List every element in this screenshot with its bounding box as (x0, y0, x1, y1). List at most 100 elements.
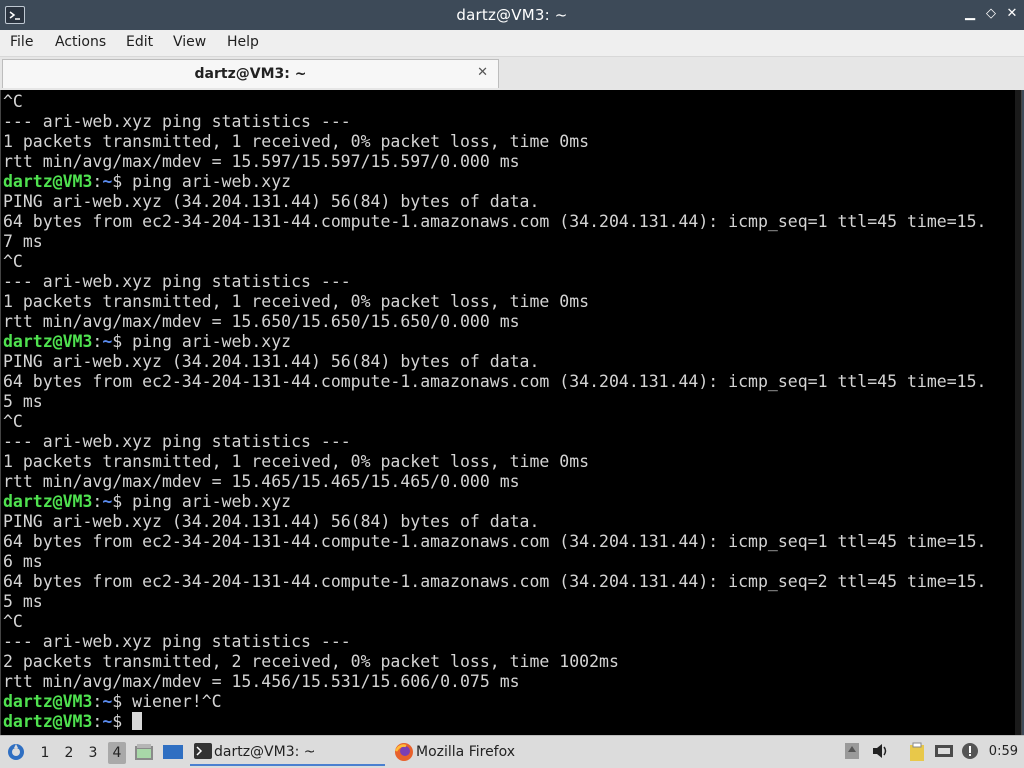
output-line: 1 packets transmitted, 1 received, 0% pa… (3, 292, 986, 312)
output-line: --- ari-web.xyz ping statistics --- (3, 272, 986, 292)
output-text: 2 packets transmitted, 2 received, 0% pa… (3, 652, 619, 671)
prompt-line: dartz@VM3:~$ ping ari-web.xyz (3, 172, 292, 191)
output-line: 64 bytes from ec2-34-204-131-44.compute-… (3, 212, 986, 232)
output-line: rtt min/avg/max/mdev = 15.650/15.650/15.… (3, 312, 986, 332)
terminal-icon (194, 743, 212, 759)
output-text: 7 ms (3, 232, 43, 251)
prompt-line: dartz@VM3:~$ ping ari-web.xyz (3, 492, 292, 511)
output-line: PING ari-web.xyz (34.204.131.44) 56(84) … (3, 512, 986, 532)
output-text: 64 bytes from ec2-34-204-131-44.compute-… (3, 572, 987, 591)
menu-help[interactable]: Help (227, 34, 259, 50)
output-text: 64 bytes from ec2-34-204-131-44.compute-… (3, 372, 987, 391)
prompt-path: ~ (102, 712, 113, 731)
output-line: PING ari-web.xyz (34.204.131.44) 56(84) … (3, 192, 986, 212)
output-line: rtt min/avg/max/mdev = 15.597/15.597/15.… (3, 152, 986, 172)
output-line: ^C (3, 92, 986, 112)
show-desktop-icon[interactable] (162, 744, 184, 760)
workspace-2[interactable]: 2 (60, 742, 78, 764)
task-firefox[interactable]: Mozilla Firefox (392, 738, 572, 766)
output-text: 6 ms (3, 552, 43, 571)
output-text: rtt min/avg/max/mdev = 15.597/15.597/15.… (3, 152, 520, 171)
output-line: PING ari-web.xyz (34.204.131.44) 56(84) … (3, 352, 986, 372)
maximize-button[interactable]: ◇ (982, 5, 1000, 23)
output-line: 1 packets transmitted, 1 received, 0% pa… (3, 452, 986, 472)
clipboard-icon[interactable] (907, 742, 925, 761)
volume-icon[interactable] (871, 742, 889, 760)
output-line: 5 ms (3, 592, 986, 612)
output-text: ^C (3, 92, 23, 111)
output-line: rtt min/avg/max/mdev = 15.465/15.465/15.… (3, 472, 986, 492)
terminal-lines: ^C --- ari-web.xyz ping statistics --- 1 p… (3, 92, 986, 732)
output-text: rtt min/avg/max/mdev = 15.650/15.650/15.… (3, 312, 520, 331)
output-text: --- ari-web.xyz ping statistics --- (3, 112, 351, 131)
window-titlebar[interactable]: dartz@VM3: ~ ▁ ◇ ✕ (0, 0, 1024, 30)
output-text: 1 packets transmitted, 1 received, 0% pa… (3, 132, 590, 151)
update-notifier-icon[interactable] (844, 742, 862, 760)
workspace-1[interactable]: 1 (36, 742, 54, 764)
prompt-user: dartz@VM3 (3, 332, 93, 351)
clock[interactable]: 0:59 (989, 744, 1018, 759)
menu-file[interactable]: File (10, 34, 33, 50)
output-text: rtt min/avg/max/mdev = 15.465/15.465/15.… (3, 472, 520, 491)
prompt-user: dartz@VM3 (3, 492, 93, 511)
output-line: --- ari-web.xyz ping statistics --- (3, 112, 986, 132)
output-text: --- ari-web.xyz ping statistics --- (3, 432, 351, 451)
prompt-line: dartz@VM3:~$ (3, 712, 986, 732)
output-text: ^C (3, 612, 23, 631)
output-line: ^C (3, 412, 986, 432)
network-icon[interactable] (934, 742, 953, 760)
output-text: ^C (3, 412, 23, 431)
output-text: 64 bytes from ec2-34-204-131-44.compute-… (3, 212, 987, 231)
output-text: ^C (3, 252, 23, 271)
output-text: PING ari-web.xyz (34.204.131.44) 56(84) … (3, 352, 540, 371)
workspace-3[interactable]: 3 (84, 742, 102, 764)
terminal-scrollbar[interactable] (1015, 90, 1021, 735)
app-menu-icon[interactable] (6, 741, 26, 763)
close-button[interactable]: ✕ (1003, 5, 1021, 23)
tab-label: dartz@VM3: ~ (194, 66, 307, 82)
output-line: --- ari-web.xyz ping statistics --- (3, 432, 986, 452)
active-task-indicator (190, 764, 385, 766)
firefox-icon (394, 743, 413, 761)
prompt-path: ~ (102, 492, 113, 511)
output-line: 5 ms (3, 392, 986, 412)
notifications-icon[interactable] (961, 742, 979, 760)
output-text: 1 packets transmitted, 1 received, 0% pa… (3, 452, 590, 471)
output-text: 64 bytes from ec2-34-204-131-44.compute-… (3, 532, 987, 551)
file-manager-icon[interactable] (134, 743, 154, 761)
minimize-button[interactable]: ▁ (961, 5, 979, 23)
command-text: ping ari-web.xyz (132, 332, 292, 351)
output-line: 7 ms (3, 232, 986, 252)
task-firefox-label: Mozilla Firefox (416, 744, 516, 760)
text-cursor (132, 712, 143, 730)
output-line: 2 packets transmitted, 2 received, 0% pa… (3, 652, 986, 672)
output-line: 6 ms (3, 552, 986, 572)
output-line: 1 packets transmitted, 1 received, 0% pa… (3, 132, 986, 152)
command-text: ping ari-web.xyz (132, 492, 292, 511)
tab-close-icon[interactable]: ✕ (477, 65, 488, 80)
prompt-line: dartz@VM3:~$ wiener!^C (3, 692, 222, 711)
output-text: rtt min/avg/max/mdev = 15.456/15.531/15.… (3, 672, 520, 691)
tab-terminal[interactable]: dartz@VM3: ~ ✕ (2, 59, 499, 88)
output-line: 64 bytes from ec2-34-204-131-44.compute-… (3, 372, 986, 392)
menu-view[interactable]: View (173, 34, 206, 50)
prompt-path: ~ (102, 332, 113, 351)
prompt-path: ~ (102, 172, 113, 191)
window-title: dartz@VM3: ~ (456, 6, 568, 24)
output-text: 5 ms (3, 392, 43, 411)
output-text: 1 packets transmitted, 1 received, 0% pa… (3, 292, 590, 311)
prompt-path: ~ (102, 692, 113, 711)
menu-actions[interactable]: Actions (55, 34, 106, 50)
tab-bar: dartz@VM3: ~ ✕ (0, 57, 1024, 90)
command-text: wiener!^C (132, 692, 222, 711)
prompt-user: dartz@VM3 (3, 172, 93, 191)
terminal-output[interactable]: ^C --- ari-web.xyz ping statistics --- 1 p… (0, 90, 1022, 735)
output-line: 64 bytes from ec2-34-204-131-44.compute-… (3, 532, 986, 552)
output-text: PING ari-web.xyz (34.204.131.44) 56(84) … (3, 192, 540, 211)
menu-edit[interactable]: Edit (126, 34, 153, 50)
task-terminal[interactable]: dartz@VM3: ~ (190, 738, 385, 766)
prompt-line: dartz@VM3:~$ ping ari-web.xyz (3, 332, 292, 351)
output-line: rtt min/avg/max/mdev = 15.456/15.531/15.… (3, 672, 986, 692)
workspace-4[interactable]: 4 (108, 742, 126, 764)
taskbar: 1 2 3 4 dartz@VM3: ~ Mozilla Firefox 0:5… (0, 735, 1024, 768)
